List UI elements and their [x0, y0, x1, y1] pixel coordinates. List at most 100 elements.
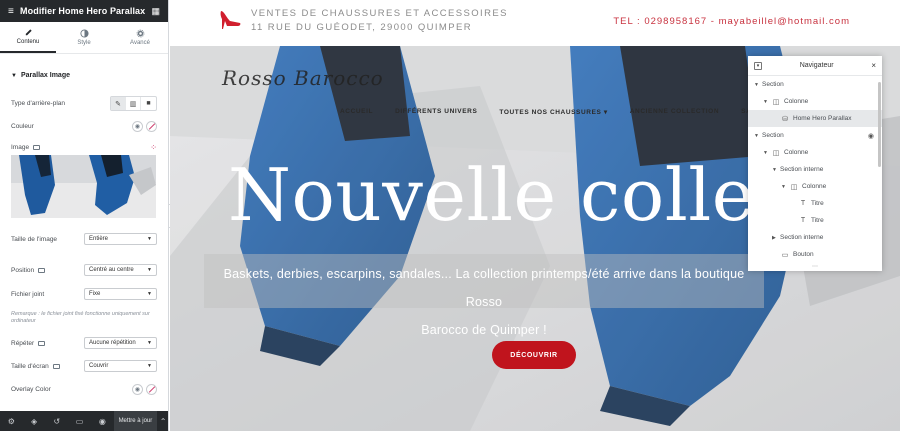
button-icon: ▭ — [781, 251, 789, 259]
history-icon[interactable]: ↺ — [45, 411, 68, 431]
panel-header: ≡ Modifier Home Hero Parallax ▦ — [0, 0, 168, 22]
address-line-1: VENTES DE CHAUSSURES ET ACCESSOIRES — [251, 8, 508, 19]
close-icon[interactable]: × — [871, 61, 876, 70]
repeat-label: Répéter — [11, 339, 35, 347]
update-button[interactable]: Mettre à jour — [113, 411, 158, 431]
repeat-value: Aucune répétition — [89, 340, 136, 346]
responsive-icon[interactable]: ▭ — [68, 411, 91, 431]
chevron-down-icon: ▼ — [147, 236, 152, 242]
navigator-item-label: Home Hero Parallax — [793, 115, 852, 122]
navigator-item[interactable]: ▭ Bouton — [748, 246, 882, 263]
navigator-item-label: Colonne — [784, 149, 809, 156]
attachment-label: Fichier joint — [11, 290, 45, 298]
caret-down-icon[interactable]: ▼ — [772, 167, 780, 173]
navigator-item[interactable]: ▼ Section ◉ — [748, 127, 882, 144]
hero-subtitle-line-2: Barocco de Quimper ! — [421, 323, 547, 337]
pencil-icon — [25, 29, 32, 36]
hero-subtitle-line-1: Baskets, derbies, escarpins, sandales...… — [223, 267, 745, 309]
preview-eye-icon[interactable]: ◉ — [91, 411, 114, 431]
tab-advanced[interactable]: Avancé — [112, 22, 168, 53]
navigator-item[interactable]: ▼ Section interne — [748, 161, 882, 178]
navigator-item[interactable]: ▼ ◫ Colonne — [748, 93, 882, 110]
image-label: Image — [11, 144, 30, 151]
caret-down-icon[interactable]: ▼ — [763, 150, 771, 156]
site-topbar: VENTES DE CHAUSSURES ET ACCESSOIRES 11 R… — [170, 0, 900, 46]
navigator-scrollbar[interactable] — [878, 82, 881, 167]
caret-right-icon[interactable]: ▶ — [772, 235, 780, 241]
navigator-header[interactable]: ▾ Navigateur × — [748, 56, 882, 76]
image-size-select[interactable]: Entière ▼ — [84, 233, 157, 245]
contact-info[interactable]: TEL : 0298958167 - mayabeillel@hotmail.c… — [613, 16, 850, 27]
collapse-all-icon[interactable]: ▾ — [754, 61, 762, 70]
editor-window: { "panel": { "title": "Modifier Home Her… — [0, 0, 900, 431]
section-title: Parallax Image — [20, 72, 70, 79]
navigator-item[interactable]: ⛁ Home Hero Parallax — [748, 110, 882, 127]
monitor-icon — [52, 363, 60, 369]
eye-icon[interactable]: ◉ — [868, 132, 874, 140]
navigator-item[interactable]: ▼ ◫ Colonne — [748, 178, 882, 195]
settings-icon[interactable]: ⚙ — [0, 411, 23, 431]
navigator-item[interactable]: T Titre — [748, 195, 882, 212]
store-address: VENTES DE CHAUSSURES ET ACCESSOIRES 11 R… — [251, 7, 508, 35]
caret-down-icon[interactable]: ▼ — [754, 133, 762, 139]
color-picker-swatch[interactable] — [146, 121, 157, 132]
navigator-item-label: Colonne — [784, 98, 809, 105]
section-toggle-parallax-image[interactable]: ▼ Parallax Image — [0, 64, 168, 87]
screen-size-label: Taille d'écran — [11, 362, 49, 370]
column-icon: ◫ — [772, 149, 780, 157]
navigator-item[interactable]: ▼ ◫ Colonne — [748, 144, 882, 161]
gradient-icon[interactable]: ▥ — [126, 97, 141, 110]
nav-item-ancienne-collection[interactable]: ANCIENNE COLLECTION — [630, 108, 719, 116]
navigator-item-label: Titre — [811, 217, 824, 224]
attachment-note: Remarque : le fichier joint fixé fonctio… — [11, 311, 150, 324]
high-heel-icon — [220, 11, 241, 29]
image-size-control: Taille de l'image Entière ▼ — [11, 233, 157, 245]
grid-icon[interactable]: ▦ — [151, 6, 160, 17]
caret-down-icon: ▼ — [11, 72, 17, 79]
boots-thumbnail-image — [11, 155, 156, 218]
dynamic-tags-icon[interactable]: ⁘ — [150, 143, 157, 152]
panel-footer: ⚙ ◈ ↺ ▭ ◉ Mettre à jour ⌃ — [0, 411, 168, 431]
navigator-item-label: Bouton — [793, 251, 814, 258]
color-label: Couleur — [11, 123, 34, 130]
navigator-item-label: Section interne — [780, 234, 824, 241]
caret-down-icon[interactable]: ▼ — [754, 82, 762, 88]
layers-icon[interactable]: ◈ — [23, 411, 46, 431]
caret-down-icon[interactable]: ▼ — [781, 184, 789, 190]
chevron-up-icon[interactable]: ⌃ — [157, 411, 168, 431]
attachment-select[interactable]: Fixe ▼ — [84, 288, 157, 300]
tab-advanced-label: Avancé — [130, 40, 150, 46]
image-preview[interactable] — [11, 155, 156, 218]
nav-item-univers[interactable]: DIFFÉRENTS UNIVERS — [395, 108, 477, 116]
discover-button[interactable]: DÉCOUVRIR — [492, 341, 576, 369]
screen-size-select[interactable]: Couvrir ▼ — [84, 360, 157, 372]
contrast-icon — [79, 29, 89, 38]
navigator-item[interactable]: ▼ Section — [748, 76, 882, 93]
overlay-color-swatch[interactable] — [146, 384, 157, 395]
navigator-resize-handle[interactable]: ⋯ — [748, 264, 882, 271]
image-size-label: Taille de l'image — [11, 235, 58, 243]
tab-content-label: Contenu — [16, 39, 40, 45]
repeat-select[interactable]: Aucune répétition ▼ — [84, 337, 157, 349]
globe-icon[interactable]: ◉ — [132, 121, 143, 132]
navigator-item[interactable]: ▶ Section interne — [748, 229, 882, 246]
video-icon[interactable]: ■ — [141, 97, 156, 110]
brand-logo[interactable]: Rosso Barocco — [222, 66, 384, 90]
brush-icon[interactable]: ✎ — [111, 97, 126, 110]
address-line-2: 11 RUE DU GUÉODET, 29000 QUIMPER — [251, 22, 472, 33]
nav-item-chaussures[interactable]: TOUTES NOS CHAUSSURES ▾ — [499, 108, 607, 116]
tab-style[interactable]: Style — [56, 22, 112, 53]
attachment-value: Fixe — [89, 291, 101, 297]
navigator-item-label: Section — [762, 81, 784, 88]
panel-title: Modifier Home Hero Parallax — [20, 6, 146, 16]
tab-content[interactable]: Contenu — [0, 22, 56, 53]
position-select[interactable]: Centré au centre ▼ — [84, 264, 157, 276]
nav-item-accueil[interactable]: ACCUEIL — [340, 108, 373, 116]
hamburger-icon[interactable]: ≡ — [8, 6, 14, 17]
navigator-item[interactable]: T Titre — [748, 212, 882, 229]
globe-icon[interactable]: ◉ — [132, 384, 143, 395]
image-control: Image ⁘ — [11, 143, 157, 152]
caret-down-icon[interactable]: ▼ — [763, 99, 771, 105]
chevron-down-icon: ▼ — [147, 363, 152, 369]
chevron-down-icon: ▼ — [147, 267, 152, 273]
